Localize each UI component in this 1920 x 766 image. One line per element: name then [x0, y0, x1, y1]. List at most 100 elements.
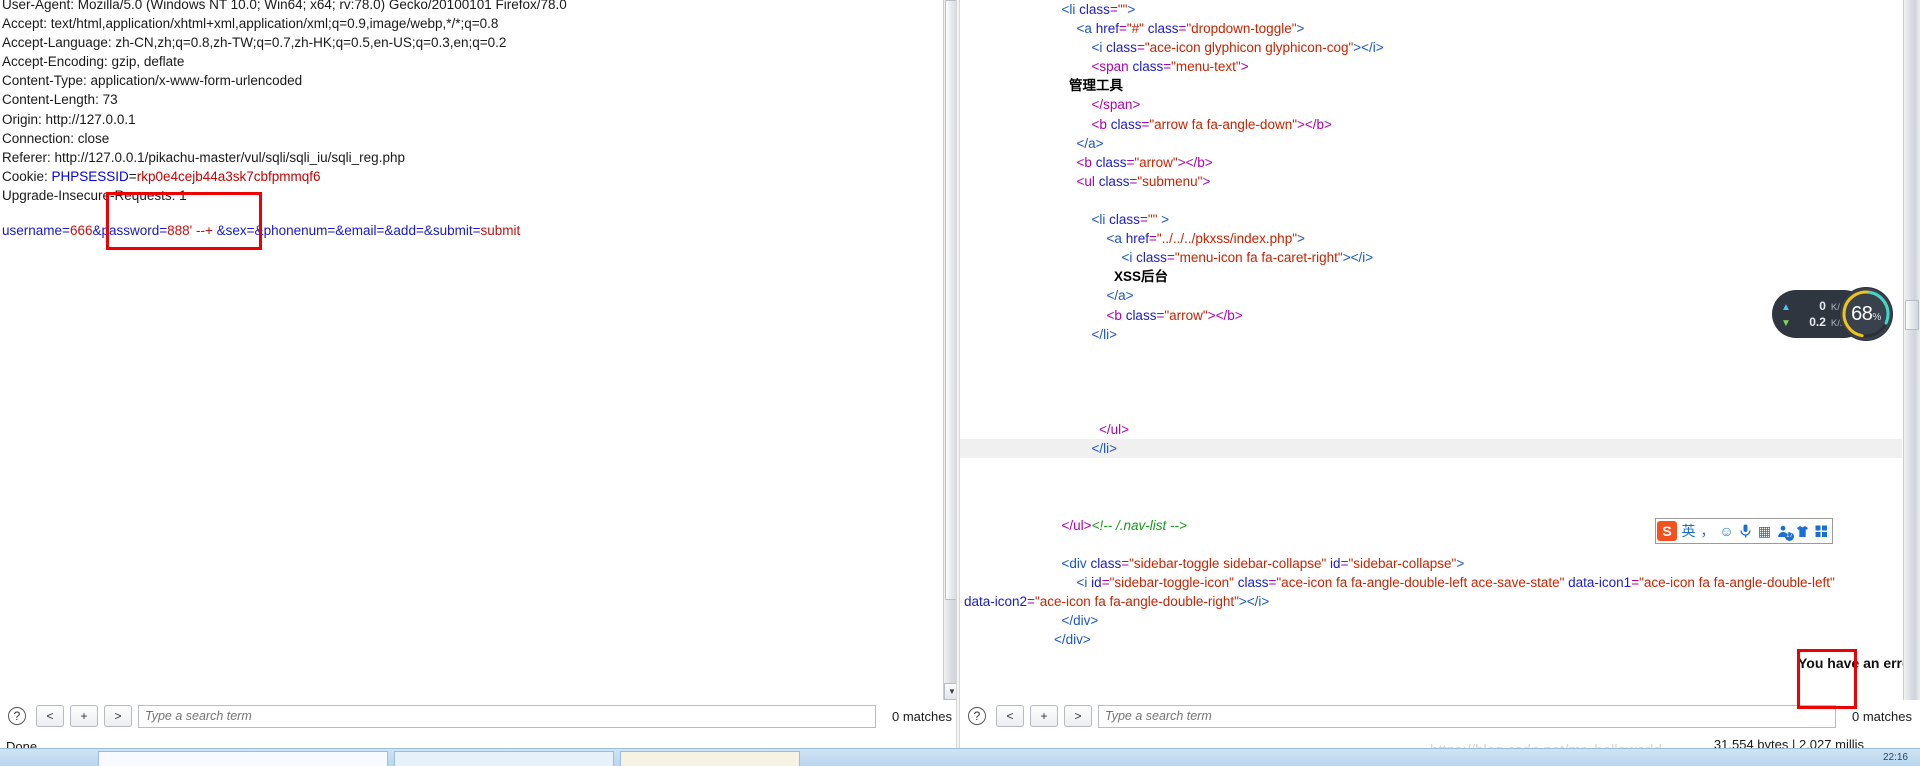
post-param-token: submit [480, 223, 521, 238]
code-token: <b [1091, 116, 1111, 132]
code-token: ></i> [1353, 40, 1384, 56]
search-prev-button[interactable]: < [36, 705, 64, 727]
code-token: = [1101, 574, 1110, 590]
ime-skin-icon[interactable] [1795, 525, 1810, 538]
help-icon[interactable]: ? [8, 707, 26, 725]
ime-toolbar[interactable]: S 英 ， ☺ ▦ 17 [1655, 518, 1833, 544]
post-body-params: username=666&password=888' --+ &sex=&pho… [2, 221, 520, 240]
cpu-usage-gauge[interactable]: 68% [1840, 288, 1892, 340]
ime-microphone-icon[interactable] [1738, 524, 1753, 538]
code-token: class [1098, 173, 1130, 189]
burp-repeater-window: User-Agent: Mozilla/5.0 (Windows NT 10.0… [0, 0, 1920, 766]
request-panel: User-Agent: Mozilla/5.0 (Windows NT 10.0… [0, 0, 960, 766]
cpu-usage-label: 68% [1851, 303, 1881, 326]
code-line: <i class="menu-icon fa fa-caret-right"><… [960, 248, 1902, 267]
response-scrollbar-thumb[interactable] [1905, 300, 1919, 330]
code-token: "submenu" [1137, 173, 1203, 189]
ime-calendar-badge: 17 [1785, 531, 1794, 541]
search-next-button[interactable]: > [104, 705, 132, 727]
code-token: </div> [1061, 613, 1099, 628]
post-param-token: = [62, 223, 70, 238]
code-line: <li class=""> [960, 0, 1902, 19]
code-line: <a href="#" class="dropdown-toggle"> [960, 19, 1902, 38]
code-line: <a href="../../../pkxss/index.php"> [960, 229, 1902, 248]
code-token: 管理工具 [1069, 78, 1124, 94]
request-search-input[interactable] [138, 704, 877, 728]
code-token: > [1157, 212, 1170, 228]
code-token: > [1456, 555, 1465, 571]
search-add-button[interactable]: + [1030, 705, 1058, 727]
response-scrollbar[interactable] [1903, 0, 1920, 700]
post-param-token: =& [327, 223, 345, 238]
taskbar-tile[interactable] [98, 751, 388, 766]
post-param-token: 666 [69, 223, 93, 238]
response-search-input[interactable] [1098, 704, 1837, 728]
post-param-token: submit [432, 223, 473, 238]
response-body[interactable]: <li class=""> <a href="#" class="dropdow… [960, 0, 1920, 700]
request-body[interactable]: User-Agent: Mozilla/5.0 (Windows NT 10.0… [0, 0, 960, 700]
code-token: = [1109, 2, 1118, 17]
code-line: <span class="menu-text"> [960, 57, 1902, 76]
code-token: class [1125, 307, 1157, 323]
ime-punctuation-icon[interactable]: ， [1700, 524, 1715, 538]
code-line: </li> [960, 325, 1902, 344]
code-token: "ace-icon glyphicon glyphicon-cog" [1144, 40, 1354, 56]
sogou-logo-icon[interactable]: S [1657, 521, 1677, 541]
code-token: = [1027, 593, 1035, 609]
post-param-token: =& [246, 223, 264, 238]
code-token: "../../../pkxss/index.php" [1156, 231, 1297, 247]
search-prev-button[interactable]: < [996, 705, 1024, 727]
response-panel: <li class=""> <a href="#" class="dropdow… [960, 0, 1920, 766]
code-token: class [1110, 116, 1142, 132]
request-header-line: Origin: http://127.0.0.1 [2, 111, 136, 127]
code-token: "dropdown-toggle" [1186, 21, 1297, 37]
request-header-cookie: Cookie: PHPSESSID=rkp0e4cejb44a3sk7cbfpm… [2, 167, 936, 186]
help-icon[interactable]: ? [968, 707, 986, 725]
network-speed-widget[interactable]: ▲ 0 K/s ▼ 0.2 K/s 68% [1772, 288, 1892, 340]
ime-language-mode[interactable]: 英 [1681, 524, 1696, 538]
post-param-token: = [472, 223, 481, 238]
taskbar-tile[interactable] [620, 751, 800, 766]
code-token: class [1143, 21, 1179, 37]
code-token: class [1090, 555, 1122, 571]
code-line: </span> [960, 95, 1902, 114]
code-token: class [1079, 2, 1110, 17]
code-token: "menu-icon fa fa-caret-right" [1174, 250, 1343, 266]
code-token: class [1136, 250, 1167, 266]
search-next-button[interactable]: > [1064, 705, 1092, 727]
code-token: "arrow fa fa-angle-down" [1149, 116, 1297, 132]
code-token: class [1233, 574, 1269, 590]
code-token: data-icon1 [1564, 574, 1632, 590]
search-add-button[interactable]: + [70, 705, 98, 727]
code-token: XSS后台 [1114, 269, 1169, 285]
taskbar-tile[interactable] [394, 751, 614, 766]
code-token: ></b> [1177, 154, 1213, 170]
ime-apps-icon[interactable] [1814, 525, 1829, 538]
code-token: ></i> [1342, 250, 1374, 266]
ime-calendar-icon[interactable]: 17 [1776, 525, 1794, 541]
request-header-line: Connection: close [2, 130, 110, 146]
post-param-token: email [344, 223, 377, 238]
code-token: <i [1121, 250, 1137, 266]
windows-taskbar[interactable]: 22:16 [0, 748, 1920, 766]
code-token: class [1109, 212, 1140, 228]
request-match-count: 0 matches [892, 708, 952, 724]
ime-keyboard-icon[interactable]: ▦ [1757, 524, 1772, 538]
request-header-line: User-Agent: Mozilla/5.0 (Windows NT 10.0… [2, 0, 567, 12]
code-token: </ul> [1061, 517, 1092, 533]
post-param-token: phonenum [263, 223, 328, 238]
code-token: <li [1091, 212, 1110, 228]
code-line: </a> [960, 286, 1902, 305]
ime-emoji-icon[interactable]: ☺ [1719, 524, 1734, 538]
arrow-up-icon: ▲ [1781, 302, 1791, 313]
